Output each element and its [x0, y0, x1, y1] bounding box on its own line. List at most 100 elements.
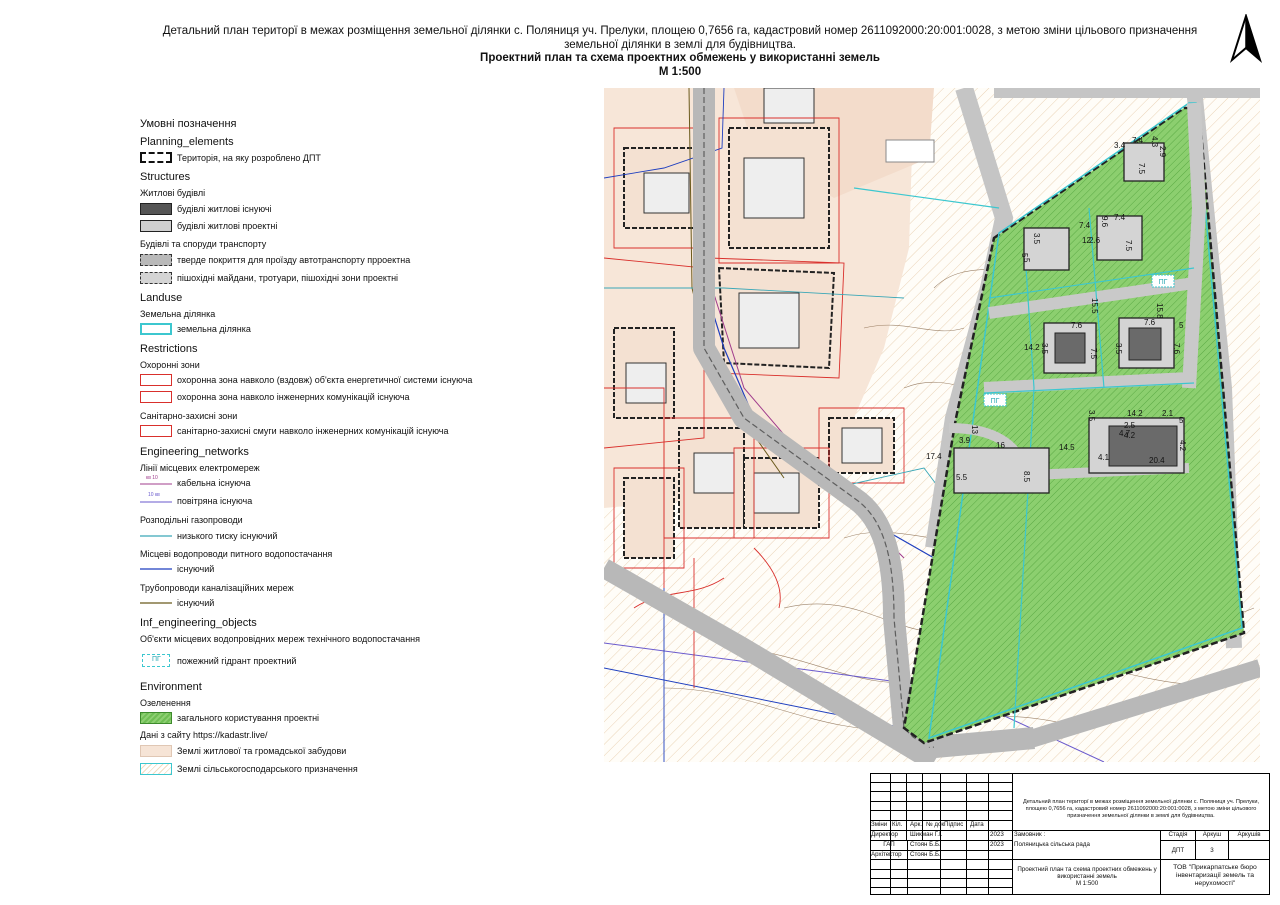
stamp-company: ТОВ "Прикарпатське бюро інвентаризації з… — [1173, 864, 1257, 887]
dimension-label: 7.6 — [1144, 318, 1156, 327]
legend-sub-water: Місцеві водопроводи питного водопостачан… — [140, 549, 333, 559]
legend-item-hard-surface: тверде покриття для проїзду автотранспор… — [140, 254, 540, 268]
dimension-label: 3.9 — [959, 436, 971, 445]
dimension-label: 4.1 — [1098, 453, 1110, 462]
sheet-title-description: Детальний план територї в межах розміщен… — [140, 24, 1220, 52]
legend-item-energy-zone: охоронна зона навколо (вздовж) об'єкта е… — [140, 374, 560, 388]
legend-title: Умовні позначення — [140, 118, 237, 130]
legend-item-dpt-territory: Територія, на яку розроблено ДПТ — [140, 152, 540, 166]
legend-item-gas: низького тиску існуючий — [140, 530, 540, 544]
dimension-label: 7.5 — [1124, 240, 1133, 252]
legend-sub-transport: Будівлі та споруди транспорту — [140, 239, 267, 249]
legend-swatch-energy-zone — [140, 374, 172, 386]
legend-label: повітряна існуюча — [177, 496, 253, 506]
dimension-label: 4.3 — [1150, 136, 1159, 148]
legend-item-greening: загального користування проектні — [140, 712, 540, 726]
dimension-label: 4.2 — [1178, 440, 1187, 452]
stamp-customer-label: Замовник : — [1014, 831, 1046, 838]
legend-label: існуючий — [177, 598, 215, 608]
site-plan-map[interactable]: ПГ ПГ 3.47.47.54.32.97.43.59.6 7.47.552.6… — [604, 88, 1260, 762]
north-arrow-icon — [1229, 14, 1263, 64]
stamp-description: Детальний план територї в межах розміщен… — [1022, 799, 1260, 819]
legend-swatch-water — [140, 568, 172, 570]
dimension-label: 14.2 — [1024, 343, 1040, 352]
legend-item-hydrant: ПГ пожежний гідрант проектний — [140, 654, 540, 670]
stamp-scale: М 1:500 — [1075, 880, 1099, 887]
dimension-label: 8.5 — [1022, 471, 1031, 483]
stamp-col-header: Дата — [970, 821, 984, 828]
stamp-sheet-label: Аркуш — [1202, 831, 1222, 838]
dimension-label: 7.5 — [1137, 163, 1146, 175]
dimension-label: 15.5 — [1090, 298, 1099, 314]
legend-swatch-gas — [140, 535, 172, 537]
dimension-label: 7.6 — [1071, 321, 1083, 330]
legend-label: санітарно-захисні смуги навколо інженерн… — [177, 426, 449, 436]
legend-sub-kadastr: Дані з сайту https://kadastr.live/ — [140, 730, 268, 740]
stamp-sheets-label: Аркушів — [1237, 831, 1261, 838]
legend-swatch-existing — [140, 203, 172, 215]
stamp-customer: Поляницька сільська рада — [1014, 841, 1090, 848]
dimension-label: 3.5 — [1114, 343, 1123, 355]
dimension-label: 5.5 — [956, 473, 968, 482]
dimension-label: 14.5 — [1059, 443, 1075, 452]
dimension-label: 14.2 — [1127, 409, 1143, 418]
stamp-role: Архітектор — [871, 851, 902, 858]
dimension-label: 3.5 — [1040, 343, 1049, 355]
legend-label: кабельна існуюча — [177, 478, 251, 488]
legend-heading-planning: Planning_elements — [140, 136, 234, 148]
legend-swatch-greening — [140, 712, 172, 724]
legend-item-land-plot: земельна ділянка — [140, 323, 540, 337]
legend-sub-power: Лінії місцевих електромереж — [140, 463, 260, 473]
legend-label: будівлі житлові існуючі — [177, 204, 272, 214]
stamp-sheet: 3 — [1210, 847, 1214, 854]
stamp-name: Шикман Г.І. — [910, 831, 943, 838]
dimension-label: 9.6 — [1100, 216, 1109, 228]
dimension-label: 3.5 — [1087, 410, 1096, 422]
title-line-1: Детальний план територї в межах розміщен… — [162, 25, 1198, 37]
legend-label: низького тиску існуючий — [177, 531, 278, 541]
dimension-label: 17.4 — [926, 452, 942, 461]
stamp-col-header: Підпис — [944, 821, 964, 828]
stamp-col-header: Зміни — [871, 821, 888, 828]
stamp-date: 2023 — [990, 841, 1004, 848]
title-block: Детальний план територї в межах розміщен… — [870, 773, 1270, 895]
dimension-label: 5 — [1022, 258, 1031, 263]
stamp-col-header: Кіл. — [892, 821, 903, 828]
legend-label: Землі сільськогосподарського призначення — [177, 764, 358, 774]
legend-item-sanitary: санітарно-захисні смуги навколо інженерн… — [140, 425, 560, 439]
legend-sub-sanitary: Санітарно-захисні зони — [140, 411, 238, 421]
legend-heading-environment: Environment — [140, 681, 202, 693]
legend-swatch-dpt-boundary — [140, 152, 172, 163]
dimension-label: 7.4 — [1079, 221, 1091, 230]
legend-item-sewer: існуючий — [140, 597, 540, 611]
legend-sub-sewer: Трубопроводи каналізаційних мереж — [140, 583, 294, 593]
sheet-scale: М 1:500 — [658, 66, 702, 78]
dimension-label: 2.9 — [1158, 146, 1167, 158]
legend-label: тверде покриття для проїзду автотранспор… — [177, 255, 411, 265]
dimension-label: 5 — [1179, 321, 1184, 330]
dimension-label: 7.4 — [1132, 136, 1144, 145]
legend-label: пожежний гідрант проектний — [177, 656, 297, 666]
stamp-name: Стоян Б.Б. — [910, 851, 941, 858]
dimension-label: 4.2 — [1124, 431, 1136, 440]
legend-sub-tech-water: Об'єкти місцевих водопровідних мереж тех… — [140, 634, 421, 644]
stamp-sheet-title: Проектний план та схема проектних обмеже… — [1016, 866, 1158, 887]
dimension-label: 7.4 — [1114, 213, 1126, 222]
legend-label: будівлі житлові проектні — [177, 221, 278, 231]
legend-swatch-kadastr-agri — [140, 763, 172, 775]
legend-tag: кв 10 — [146, 475, 158, 481]
legend-label: охоронна зона навколо (вздовж) об'єкта е… — [177, 375, 473, 385]
dimension-label: 16 — [996, 441, 1005, 450]
legend-item-kadastr-agri: Землі сільськогосподарського призначення — [140, 763, 540, 777]
legend-item-pedestrian: пішохідні майдани, тротуари, пішохідні з… — [140, 272, 540, 286]
legend-label: загального користування проектні — [177, 713, 320, 723]
dimension-label: 5 — [1179, 416, 1184, 425]
dimension-label: 7.5 — [1089, 348, 1098, 360]
sheet-title: Проектний план та схема проектних обмеже… — [480, 52, 880, 64]
legend-heading-structures: Structures — [140, 171, 191, 183]
dimension-label: 20.4 — [1149, 456, 1165, 465]
legend-label: Територія, на яку розроблено ДПТ — [177, 153, 321, 163]
legend-sub-residential: Житлові будівлі — [140, 188, 206, 198]
drawing-sheet: Детальний план територї в межах розміщен… — [0, 0, 1280, 905]
legend-swatch-pedestrian — [140, 272, 172, 284]
